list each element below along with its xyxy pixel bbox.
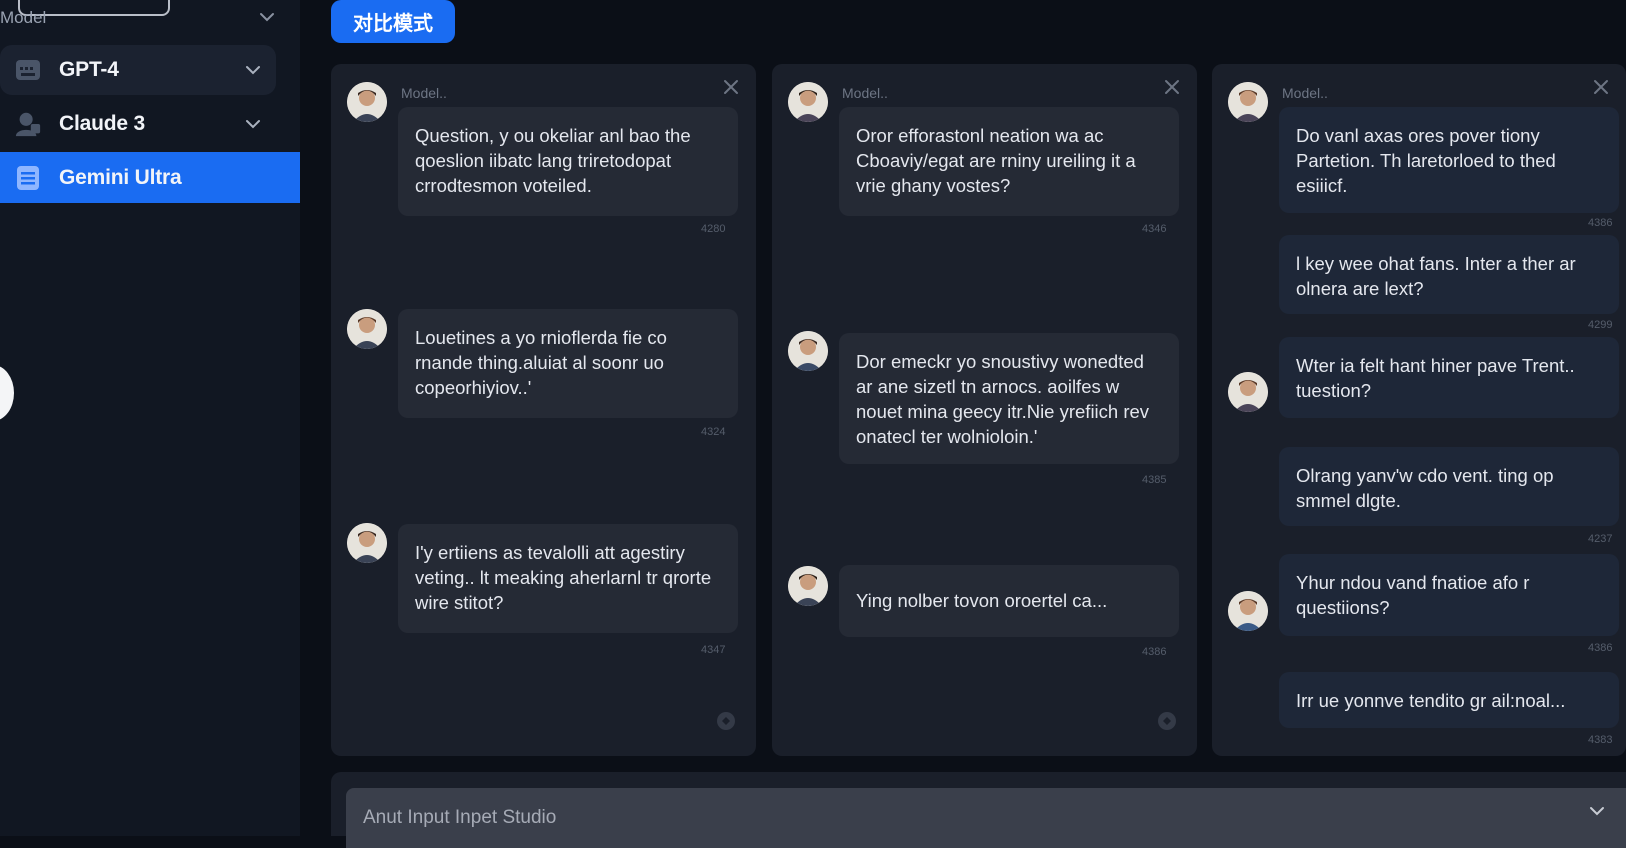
sidebar-item-label: Claude 3: [59, 112, 145, 135]
chevron-down-icon: [244, 61, 262, 84]
message-time: 4280: [701, 223, 726, 235]
message-time: 4386: [1588, 217, 1613, 229]
message-bubble: Ying nolber tovon oroertel ca...: [839, 565, 1179, 637]
avatar: [347, 82, 387, 122]
avatar: [1228, 591, 1268, 631]
chevron-down-icon: [244, 115, 262, 138]
close-icon[interactable]: [722, 78, 740, 101]
message-time: 4237: [1588, 533, 1613, 545]
message-bubble: Wter ia felt hant hiner pave Trent.. tue…: [1279, 337, 1619, 418]
refresh-icon[interactable]: [1157, 711, 1177, 736]
sidebar-item-gpt4[interactable]: GPT-4: [0, 45, 276, 95]
message-time: 4347: [701, 644, 726, 656]
message-bubble: Irr ue yonnve tendito gr ail:noal...: [1279, 672, 1619, 728]
message-time: 4299: [1588, 319, 1613, 331]
chevron-down-icon[interactable]: [1588, 802, 1606, 825]
message-bubble: Dor emeckr yo snoustivy wonedted ar ane …: [839, 333, 1179, 464]
panel-title: Model..: [1282, 85, 1328, 101]
message-bubble: Do vanl axas ores pover tiony Partetion.…: [1279, 107, 1619, 213]
message-bubble: Olrang yanv'w cdo vent. ting op smmel dl…: [1279, 447, 1619, 526]
message-time: 4386: [1588, 642, 1613, 654]
message-time: 4324: [701, 426, 726, 438]
chat-panel-3: Model.. Do vanl axas ores pover tiony Pa…: [1212, 64, 1626, 756]
avatar: [788, 566, 828, 606]
message-bubble: I'y ertiiens as tevalolli att agestiry v…: [398, 524, 738, 633]
sidebar: Model GPT-4 Claude 3 Gemini Ultra: [0, 0, 300, 836]
close-icon[interactable]: [1163, 78, 1181, 101]
message-input[interactable]: [346, 788, 1626, 848]
sidebar-item-label: Gemini Ultra: [59, 165, 182, 189]
sidebar-header-label: Model: [0, 8, 47, 27]
robot-icon: [14, 110, 42, 138]
message-time: 4385: [1142, 474, 1167, 486]
sidebar-item-gemini[interactable]: Gemini Ultra: [0, 152, 300, 203]
avatar: [1228, 82, 1268, 122]
chat-panel-2: Model.. Oror efforastonl neation wa ac C…: [772, 64, 1197, 756]
refresh-icon[interactable]: [716, 711, 736, 736]
message-bubble: l key wee ohat fans. Inter a ther ar oln…: [1279, 235, 1619, 314]
avatar: [347, 523, 387, 563]
message-bubble: Question, y ou okeliar anl bao the qoesl…: [398, 107, 738, 216]
sidebar-item-label: GPT-4: [59, 58, 119, 81]
message-bubble: Oror efforastonl neation wa ac Cboaviy/e…: [839, 107, 1179, 216]
document-icon: [14, 164, 42, 192]
panel-title: Model..: [401, 85, 447, 101]
message-time: 4383: [1588, 734, 1613, 746]
avatar: [1228, 372, 1268, 412]
compare-mode-button[interactable]: 对比模式: [331, 0, 455, 43]
avatar: [788, 331, 828, 371]
message-time: 4346: [1142, 223, 1167, 235]
message-time: 4386: [1142, 646, 1167, 658]
avatar: [347, 309, 387, 349]
avatar: [788, 82, 828, 122]
composer: [331, 772, 1626, 848]
sidebar-item-claude[interactable]: Claude 3: [0, 99, 276, 149]
message-bubble: Louetines a yo rnioflerda fie co rnande …: [398, 309, 738, 418]
close-icon[interactable]: [1592, 78, 1610, 101]
message-bubble: Yhur ndou vand fnatioe afo r questiions?: [1279, 554, 1619, 636]
chevron-down-icon[interactable]: [258, 8, 276, 31]
chat-panel-1: Model.. Question, y ou okeliar anl bao t…: [331, 64, 756, 756]
keyboard-icon: [14, 56, 42, 84]
panel-title: Model..: [842, 85, 888, 101]
